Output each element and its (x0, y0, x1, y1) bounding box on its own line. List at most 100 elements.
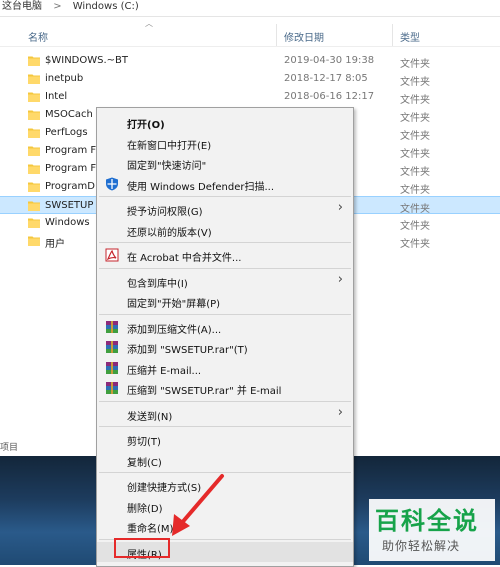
context-menu-item[interactable]: 使用 Windows Defender扫描... (97, 174, 353, 194)
file-type: 文件夹 (400, 131, 430, 142)
folder-icon (28, 56, 40, 66)
file-row[interactable]: $WINDOWS.~BT 2019-04-30 19:38 文件夹 (0, 52, 500, 70)
context-menu-item[interactable]: 授予访问权限(G) › (97, 199, 353, 219)
folder-icon (28, 92, 40, 102)
context-menu-item[interactable]: 发送到(N) › (97, 404, 353, 424)
menu-item-label: 还原以前的版本(V) (127, 227, 212, 239)
menu-item-label: 压缩并 E-mail... (127, 365, 202, 377)
folder-icon (28, 146, 40, 156)
context-menu-item[interactable]: 添加到 "SWSETUP.rar"(T) (97, 337, 353, 357)
status-bar-text: 项目 (0, 443, 19, 453)
file-type: 文件夹 (400, 77, 430, 88)
context-menu-item[interactable]: 包含到库中(I) › (97, 271, 353, 291)
winrar-icon (105, 340, 119, 354)
file-date: 2019-04-30 19:38 (284, 55, 375, 66)
file-name: Program F (45, 145, 97, 156)
context-menu-item[interactable]: 添加到压缩文件(A)... (97, 317, 353, 337)
highlight-box (114, 538, 170, 558)
menu-item-label: 添加到压缩文件(A)... (127, 324, 222, 336)
file-row[interactable]: Intel 2018-06-16 12:17 文件夹 (0, 88, 500, 106)
menu-separator (99, 313, 351, 315)
column-divider[interactable] (392, 24, 393, 46)
chevron-right-icon: > (53, 1, 62, 12)
menu-item-label: 固定到"开始"屏幕(P) (127, 299, 221, 310)
menu-separator (99, 426, 351, 427)
menu-separator (99, 242, 351, 243)
context-menu-item[interactable]: 压缩到 "SWSETUP.rar" 并 E-mail (97, 378, 353, 398)
file-date: 2018-06-16 12:17 (284, 91, 375, 102)
submenu-arrow-icon: › (337, 404, 343, 420)
file-type: 文件夹 (400, 113, 430, 124)
folder-icon (28, 218, 40, 228)
submenu-arrow-icon: › (337, 271, 343, 287)
menu-item-label: 在 Acrobat 中合并文件... (127, 253, 242, 264)
folder-icon (28, 128, 40, 138)
context-menu-item[interactable]: 在 Acrobat 中合并文件... (97, 245, 353, 265)
menu-item-label: 使用 Windows Defender扫描... (127, 181, 275, 193)
file-type: 文件夹 (400, 167, 430, 178)
winrar-icon (105, 381, 119, 395)
menu-separator (99, 267, 351, 269)
watermark-title: 百科全说 (375, 507, 479, 535)
file-name: inetpub (45, 73, 84, 84)
file-name: MSOCach (45, 109, 93, 120)
column-header-type[interactable]: 类型 (400, 29, 420, 44)
menu-item-label: 压缩到 "SWSETUP.rar" 并 E-mail (127, 386, 282, 397)
context-menu-item[interactable]: 还原以前的版本(V) (97, 220, 353, 240)
file-name: Program F (45, 163, 97, 174)
winrar-icon (105, 361, 119, 375)
acrobat-icon (105, 248, 119, 262)
menu-item-label: 添加到 "SWSETUP.rar"(T) (127, 345, 248, 356)
file-type: 文件夹 (400, 239, 430, 250)
menu-item-label: 发送到(N) (127, 411, 173, 423)
context-menu-item[interactable]: 复制(C) (97, 450, 353, 470)
watermark-subtitle: 助你轻松解决 (382, 539, 461, 553)
red-arrow-annotation (172, 474, 224, 536)
menu-item-label: 包含到库中(I) (127, 278, 188, 290)
context-menu-item[interactable]: 打开(O) (97, 112, 353, 132)
file-type: 文件夹 (400, 185, 430, 196)
folder-icon (28, 201, 40, 211)
context-menu-item[interactable]: 压缩并 E-mail... (97, 358, 353, 378)
breadcrumb-item-drive[interactable]: Windows (C:) (71, 0, 141, 14)
folder-icon (28, 164, 40, 174)
file-type: 文件夹 (400, 59, 430, 70)
column-divider[interactable] (276, 24, 277, 46)
menu-item-label: 授予访问权限(G) (127, 207, 203, 218)
file-type: 文件夹 (400, 204, 430, 215)
menu-item-label: 固定到"快速访问" (127, 161, 207, 172)
submenu-arrow-icon: › (337, 200, 343, 215)
breadcrumb-item-this-pc[interactable]: 这台电脑 (0, 0, 44, 14)
folder-icon (28, 236, 40, 246)
file-name: ProgramD (45, 181, 95, 192)
file-row[interactable]: inetpub 2018-12-17 8:05 文件夹 (0, 70, 500, 88)
file-type: 文件夹 (400, 95, 430, 106)
file-name: $WINDOWS.~BT (45, 55, 129, 66)
file-name: SWSETUP (45, 200, 94, 211)
context-menu-item[interactable]: 剪切(T) (97, 429, 353, 449)
file-name: Windows (45, 217, 90, 228)
file-name: 用户 (45, 239, 65, 250)
menu-item-label: 剪切(T) (127, 437, 161, 448)
folder-icon (28, 74, 40, 84)
file-name: Intel (45, 91, 68, 102)
folder-icon (28, 110, 40, 120)
context-menu-item[interactable]: 固定到"开始"屏幕(P) (97, 291, 353, 311)
file-date: 2018-12-17 8:05 (284, 73, 368, 84)
menu-item-label: 复制(C) (127, 457, 162, 469)
file-type: 文件夹 (400, 149, 430, 160)
menu-item-label: 打开(O) (127, 120, 165, 131)
context-menu-item[interactable]: 在新窗口中打开(E) (97, 133, 353, 153)
file-name: PerfLogs (45, 127, 88, 138)
menu-separator (99, 196, 351, 197)
column-header-date[interactable]: 修改日期 (284, 29, 324, 44)
menu-item-label: 在新窗口中打开(E) (127, 140, 212, 152)
watermark: 百科全说 助你轻松解决 (369, 499, 495, 561)
defender-shield-icon (105, 177, 119, 191)
breadcrumb: 这台电脑 > Windows (C:) (0, 0, 500, 17)
column-header-name[interactable]: 名称 (28, 29, 48, 44)
context-menu-item[interactable]: 固定到"快速访问" (97, 153, 353, 173)
column-header-row: 名称 修改日期 类型 (0, 24, 500, 47)
winrar-icon (105, 320, 119, 334)
file-type: 文件夹 (400, 221, 430, 232)
